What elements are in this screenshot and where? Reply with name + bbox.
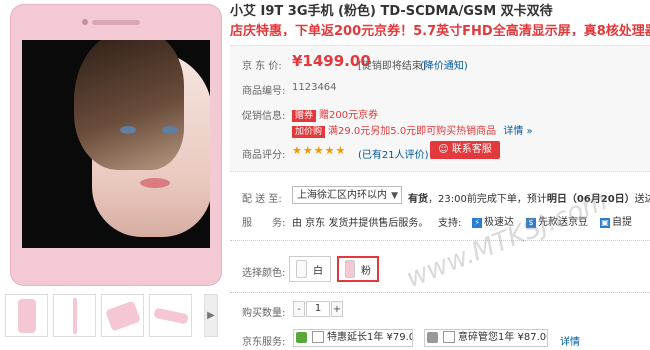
- checkbox-icon[interactable]: [312, 331, 324, 343]
- checkbox-icon[interactable]: [443, 331, 455, 343]
- quantity-label: 购买数量:: [242, 308, 286, 319]
- color-option-pink[interactable]: 粉: [337, 256, 379, 282]
- promo-line-1: 赠券 赠200元京券: [292, 106, 378, 122]
- pickup-icon: ▣: [600, 218, 610, 228]
- contact-service-button[interactable]: ☺ 联系客服: [430, 141, 500, 159]
- thumbnail-3[interactable]: [101, 294, 144, 337]
- divider: [230, 240, 650, 241]
- model-eye-graphic: [162, 126, 178, 134]
- pink-phone-icon: [345, 260, 355, 278]
- promo-label: 促销信息:: [242, 111, 286, 122]
- quantity-increase-button[interactable]: +: [331, 301, 343, 317]
- sku-value: 1123464: [292, 82, 337, 93]
- bean-icon: $: [526, 218, 536, 228]
- promo-line-2: 加价购 满29.0元另加5.0元即可购买热销商品 详情 »: [292, 122, 533, 138]
- extended-warranty-option[interactable]: 特惠延长1年 ¥79.00: [293, 329, 413, 347]
- shipping-date: （06月20日）: [566, 194, 635, 205]
- shipping-label: 配 送 至:: [242, 194, 282, 205]
- color-label: 选择颜色:: [242, 268, 286, 279]
- jd-service-detail-link[interactable]: 详情: [560, 333, 580, 348]
- shipping-text: ，23:00前完成下单，预计: [428, 194, 547, 205]
- model-eye-graphic: [120, 126, 136, 134]
- coupon-text: 赠200元京券: [319, 110, 379, 121]
- model-hair-graphic: [74, 40, 184, 170]
- promo-detail-link[interactable]: 详情 »: [503, 126, 532, 137]
- service-text: 由 京东 发货并提供售后服务。: [292, 218, 429, 229]
- review-count-link[interactable]: (已有21人评价): [358, 146, 429, 161]
- jd-service-label: 京东服务:: [242, 337, 286, 348]
- product-promo-line: 店庆特惠，下单返200元京券！5.7英寸FHD全高清显示屏，真8核处理器: [230, 24, 650, 36]
- service-label: 服 务:: [242, 218, 286, 229]
- chat-icon: ☺: [438, 144, 449, 155]
- thumbnail-1[interactable]: [5, 294, 48, 337]
- rating-label: 商品评分:: [242, 150, 286, 161]
- screen-protection-option[interactable]: 意碎管您1年 ¥87.00: [424, 329, 548, 347]
- warranty-icon: [296, 331, 307, 343]
- phone-speaker-graphic: [92, 20, 140, 25]
- rating-stars-icon: ★★★★★: [292, 144, 347, 157]
- chevron-down-icon: ▼: [391, 191, 398, 201]
- price-note: [促销即将结束]: [358, 61, 426, 72]
- support-label: 支持:: [438, 218, 462, 229]
- phone-screen-graphic: [22, 40, 210, 248]
- divider: [230, 292, 650, 293]
- model-lips-graphic: [140, 178, 170, 188]
- coupon-tag: 赠券: [292, 110, 317, 122]
- shipping-day: 明日: [546, 194, 567, 205]
- thumbnail-next-arrow-icon[interactable]: ▶: [204, 294, 218, 337]
- stock-status: 有货: [408, 194, 428, 205]
- thumbnail-2[interactable]: [53, 294, 96, 337]
- support-option[interactable]: ▣ 自提: [600, 213, 632, 228]
- shipping-location-value: 上海徐汇区内环以内: [297, 190, 387, 201]
- support-option[interactable]: ⚡ 极速达: [472, 213, 514, 228]
- addon-tag: 加价购: [292, 126, 326, 138]
- addon-text: 满29.0元另加5.0元即可购买热销商品: [328, 126, 497, 137]
- shipping-location-select[interactable]: 上海徐汇区内环以内 ▼: [292, 186, 402, 204]
- sku-label: 商品编号:: [242, 86, 286, 97]
- color-option-white[interactable]: 白: [289, 256, 331, 282]
- shipping-tail: 送达: [634, 194, 650, 205]
- price-label: 京 东 价:: [242, 61, 282, 72]
- support-option[interactable]: $ 先款送京豆: [526, 213, 588, 228]
- quantity-decrease-button[interactable]: -: [293, 301, 305, 317]
- phone-camera-graphic: [82, 19, 88, 25]
- fast-delivery-icon: ⚡: [472, 218, 482, 228]
- product-title: 小艾 I9T 3G手机 (粉色) TD-SCDMA/GSM 双卡双待: [230, 4, 553, 19]
- quantity-input[interactable]: 1: [306, 301, 330, 317]
- thumbnail-4[interactable]: [149, 294, 192, 337]
- price-notify-link[interactable]: (降价通知): [420, 57, 468, 72]
- white-phone-icon: [296, 260, 307, 278]
- contact-service-label: 联系客服: [451, 144, 492, 155]
- protection-icon: [427, 331, 438, 343]
- shipping-info: 有货，23:00前完成下单，预计明日（06月20日）送达: [408, 190, 650, 205]
